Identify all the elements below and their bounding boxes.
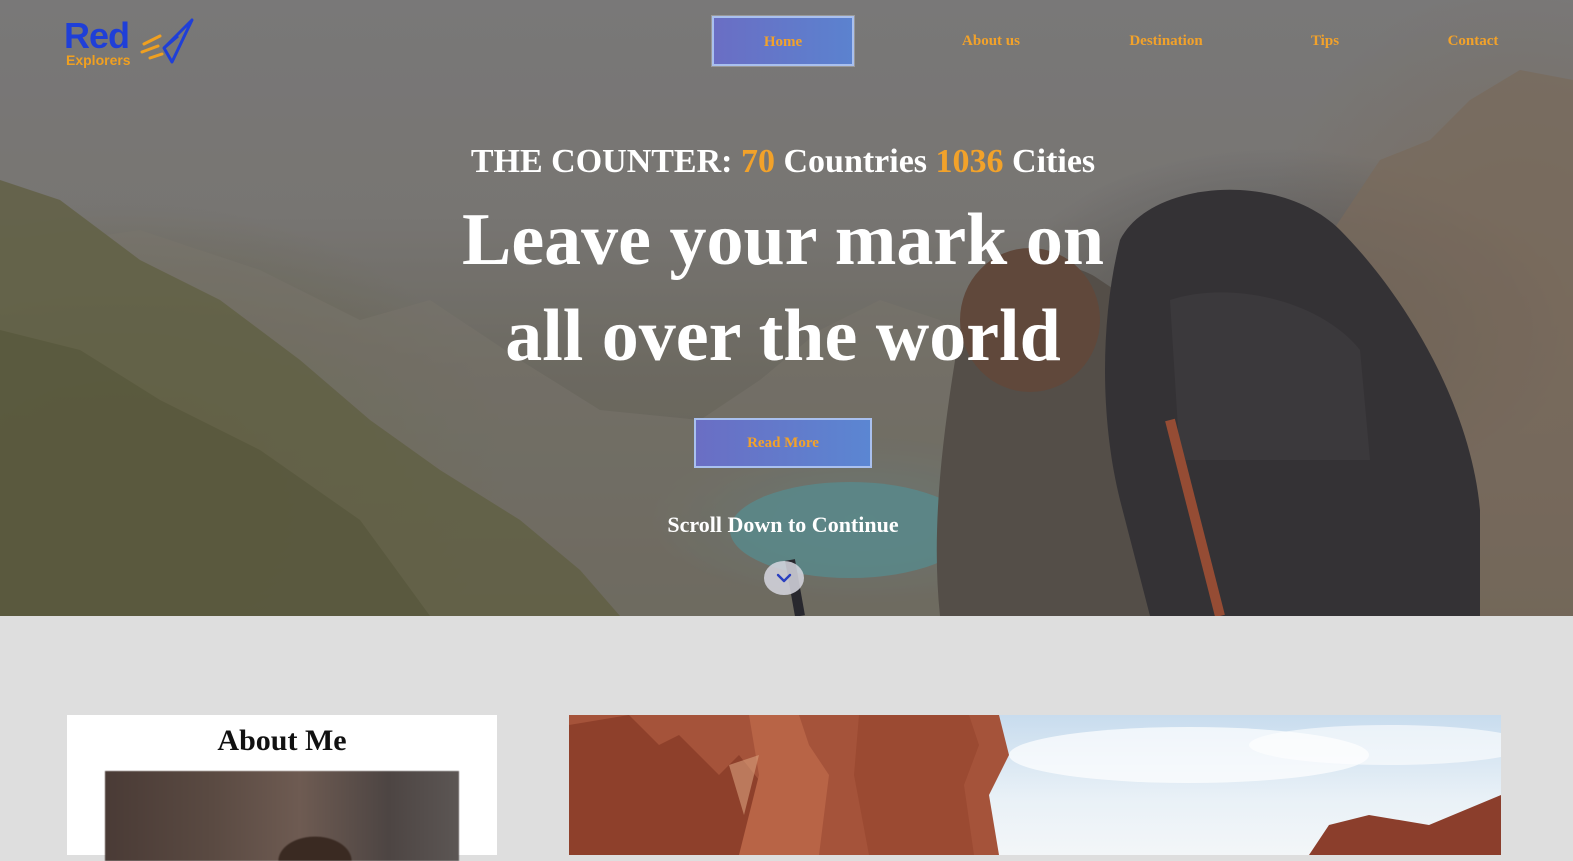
nav-home-link[interactable]: Home — [712, 16, 854, 66]
destination-banner-image — [569, 715, 1501, 855]
read-more-button[interactable]: Read More — [694, 418, 872, 468]
hero-section: Red Explorers Home About us Destination … — [0, 0, 1573, 616]
nav-about-us-link[interactable]: About us — [950, 28, 1032, 54]
scroll-down-button[interactable] — [764, 561, 804, 595]
cities-label: Cities — [1012, 143, 1096, 180]
scroll-down-text: Scroll Down to Continue — [667, 512, 899, 537]
countries-label: Countries — [783, 143, 928, 180]
hero-headline: Leave your mark on all over the world — [0, 192, 1566, 384]
chevron-down-icon — [776, 573, 792, 583]
about-card: About Me — [67, 715, 497, 861]
counter-prefix: THE COUNTER: — [470, 143, 733, 180]
countries-count: 70 — [740, 143, 775, 180]
about-profile-photo — [105, 771, 459, 861]
paper-plane-icon — [140, 18, 194, 64]
nav-tips-link[interactable]: Tips — [1302, 28, 1348, 54]
hero-headline-line-2: all over the world — [505, 295, 1061, 377]
brand-name-main: Red — [64, 15, 130, 56]
cities-count: 1036 — [935, 143, 1004, 180]
red-rock-canyon-illustration — [569, 715, 1501, 855]
brand-name-sub: Explorers — [66, 52, 131, 68]
nav-destination-link[interactable]: Destination — [1120, 28, 1212, 54]
hero-counter: THE COUNTER: 70 Countries 1036 Cities — [0, 140, 1566, 184]
hero-headline-line-1: Leave your mark on — [461, 199, 1104, 281]
nav-contact-link[interactable]: Contact — [1436, 28, 1510, 54]
about-title: About Me — [217, 724, 347, 757]
brand-logo[interactable]: Red Explorers — [64, 15, 194, 70]
